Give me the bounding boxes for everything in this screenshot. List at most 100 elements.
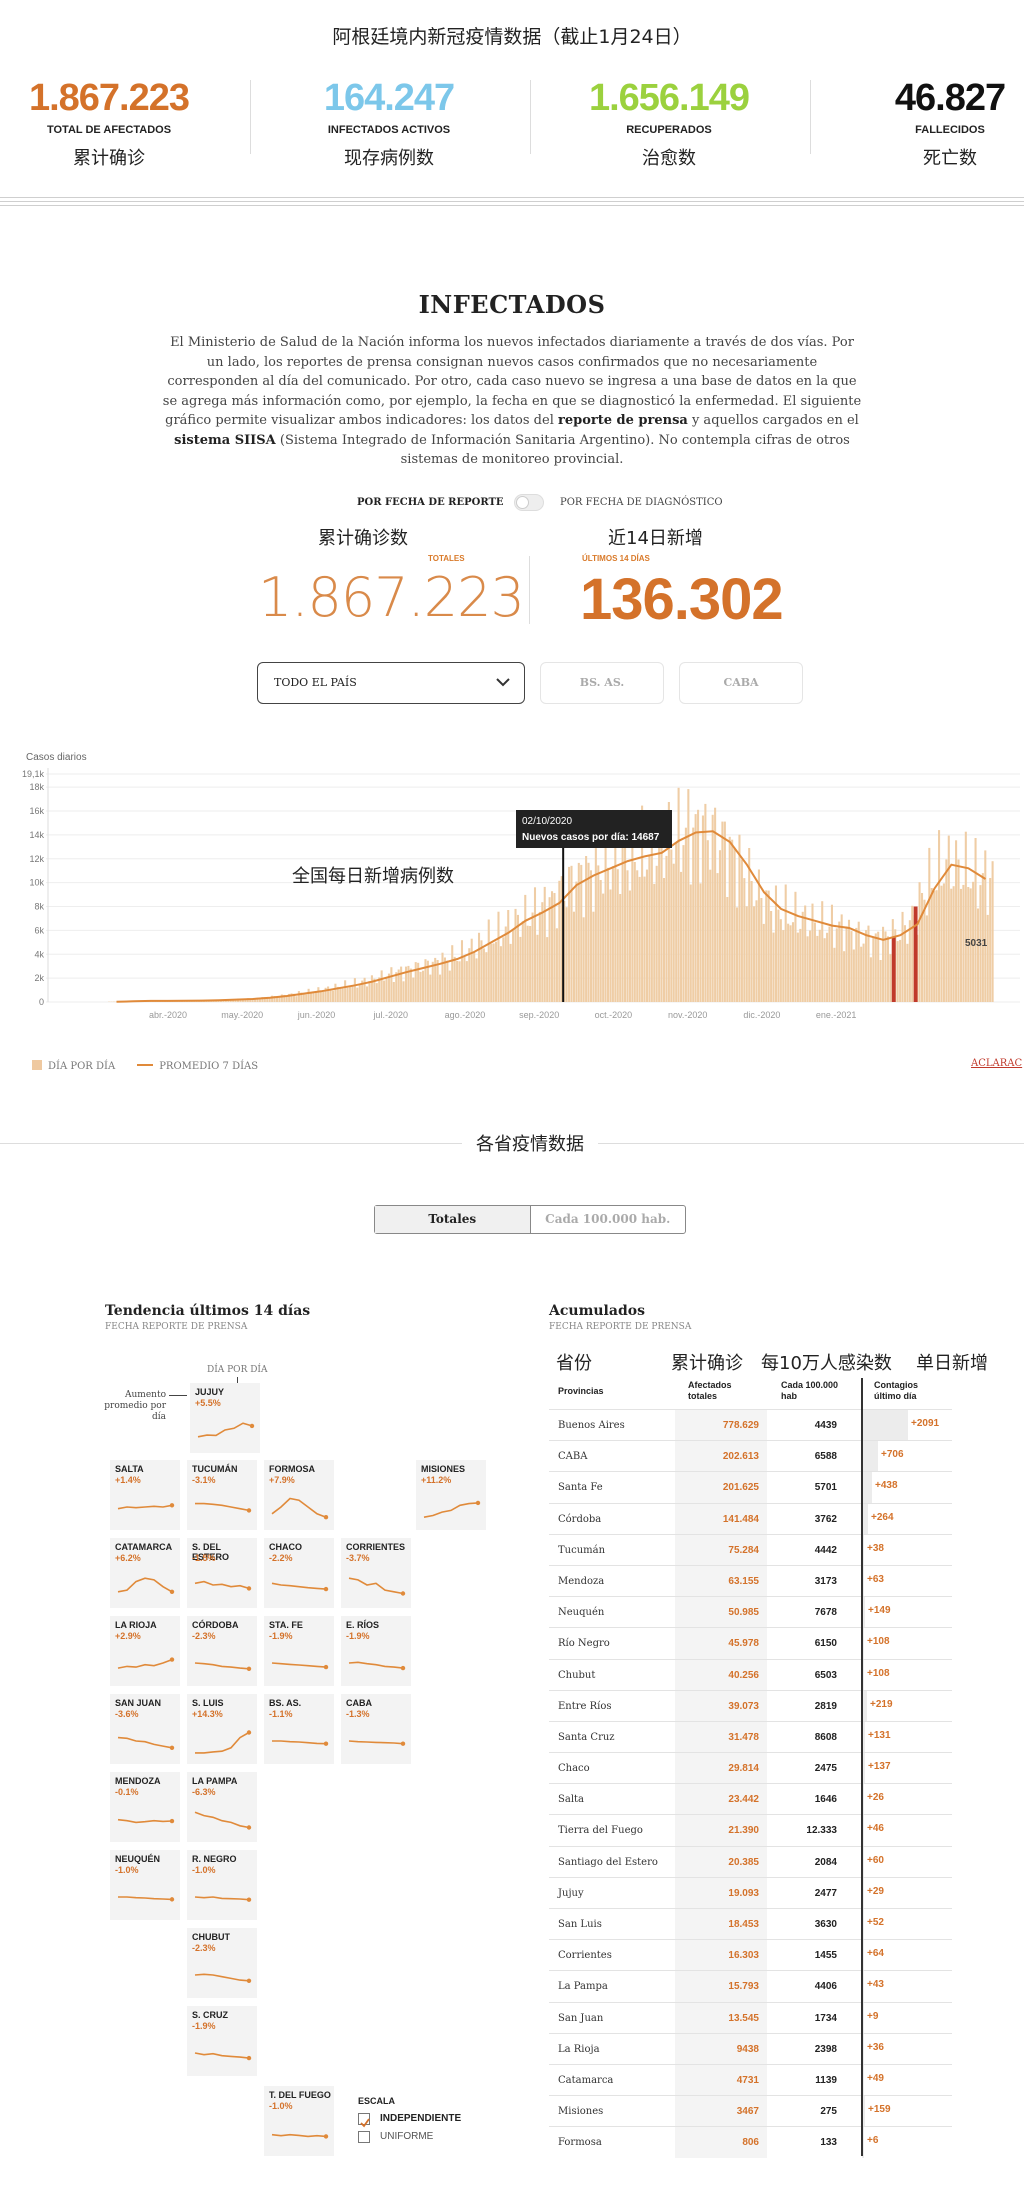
province-tile[interactable]: LA PAMPA -6.3%	[187, 1772, 257, 1842]
aclaraciones-link[interactable]: ACLARAC	[971, 1058, 1022, 1069]
region-button-caba[interactable]: CABA	[679, 662, 803, 704]
cell-contagios: +6	[867, 2135, 879, 2147]
table-row[interactable]: Chubut 40.256 6503 +108	[549, 1658, 952, 1690]
table-row[interactable]: Buenos Aires 778.629 4439 +2091	[549, 1409, 952, 1441]
date-mode-toggle[interactable]	[514, 494, 544, 511]
checkbox-independiente-label[interactable]: INDEPENDIENTE	[380, 2113, 461, 2124]
province-tile[interactable]: STA. FE -1.9%	[264, 1616, 334, 1686]
province-tile[interactable]: CATAMARCA +6.2%	[110, 1538, 180, 1608]
daily-bar	[843, 951, 846, 1002]
table-row[interactable]: Río Negro 45.978 6150 +108	[549, 1627, 952, 1659]
province-tile[interactable]: LA RIOJA +2.9%	[110, 1616, 180, 1686]
province-tile[interactable]: CÓRDOBA -2.3%	[187, 1616, 257, 1686]
table-row[interactable]: CABA 202.613 6588 +706	[549, 1440, 952, 1472]
province-tile[interactable]: SALTA +1.4%	[110, 1460, 180, 1530]
checkbox-independiente[interactable]	[358, 2113, 370, 2128]
daily-bar	[448, 970, 451, 1002]
province-tile[interactable]: S. DEL ESTERO -1.5%	[187, 1538, 257, 1608]
table-row[interactable]: Santa Cruz 31.478 8608 +131	[549, 1720, 952, 1753]
cell-afectados-bg: 18.453	[675, 1909, 767, 1940]
province-tile[interactable]: S. CRUZ -1.9%	[187, 2006, 257, 2076]
province-tile-name: NEUQUÉN	[115, 1854, 161, 1864]
province-tile[interactable]: S. LUIS +14.3%	[187, 1694, 257, 1764]
toggle-label-reporte[interactable]: POR FECHA DE REPORTE	[357, 497, 504, 508]
province-tile[interactable]: CABA -1.3%	[341, 1694, 411, 1764]
table-row[interactable]: La Pampa 15.793 4406 +43	[549, 1970, 952, 2002]
daily-cases-chart[interactable]: Casos diarios 0 2k 4k 6k 8k 10k 12k 14k 16k 18k 19,…	[0, 740, 1024, 1080]
table-row[interactable]: Entre Ríos 39.073 2819 +219	[549, 1689, 952, 1721]
province-tile[interactable]: MISIONES +11.2%	[416, 1460, 486, 1530]
daily-bar	[860, 946, 863, 1002]
cell-cada-100k: 12.333	[806, 1825, 837, 1837]
province-tile[interactable]: BS. AS. -1.1%	[264, 1694, 334, 1764]
daily-bar	[816, 935, 819, 1002]
daily-bar	[346, 987, 349, 1002]
table-row[interactable]: Salta 23.442 1646 +26	[549, 1783, 952, 1815]
table-row[interactable]: Córdoba 141.484 3762 +264	[549, 1502, 952, 1534]
sparkline-end-dot	[246, 1978, 252, 1983]
province-tile[interactable]: R. NEGRO -1.0%	[187, 1850, 257, 1920]
cell-provincia: Catamarca	[558, 2074, 614, 2086]
province-tile[interactable]: NEUQUÉN -1.0%	[110, 1850, 180, 1920]
province-tile[interactable]: SAN JUAN -3.6%	[110, 1694, 180, 1764]
cell-provincia: Chubut	[558, 1669, 596, 1681]
region-button-bsas[interactable]: BS. AS.	[540, 662, 664, 704]
section-title: INFECTADOS	[418, 290, 606, 319]
table-row[interactable]: Santiago del Estero 20.385 2084 +60	[549, 1845, 952, 1877]
cell-contagios: +9	[867, 2010, 879, 2022]
sparkline-end-dot	[246, 1897, 252, 1902]
table-row[interactable]: Catamarca 4731 1139 +49	[549, 2063, 952, 2096]
stat-label: INFECTADOS ACTIVOS	[327, 123, 451, 136]
checkbox-uniforme[interactable]	[358, 2131, 370, 2143]
th-contagios[interactable]: Contagios último día	[874, 1380, 944, 1402]
daily-bar	[765, 890, 768, 1002]
divider	[810, 80, 811, 154]
th-provincias[interactable]: Provincias	[558, 1386, 604, 1397]
province-tile[interactable]: E. RÍOS -1.9%	[341, 1616, 411, 1686]
table-row[interactable]: Corrientes 16.303 1455 +64	[549, 1939, 952, 1971]
cell-contagios: +438	[875, 1480, 898, 1492]
th-cada-100k[interactable]: Cada 100.000 hab	[781, 1380, 847, 1402]
table-row[interactable]: Neuquén 50.985 7678 +149	[549, 1596, 952, 1628]
province-tile[interactable]: MENDOZA -0.1%	[110, 1772, 180, 1842]
stat-label-cn: 治愈数	[642, 147, 696, 169]
table-row[interactable]: Misiones 3467 275 +159	[549, 2095, 952, 2127]
table-row[interactable]: Santa Fe 201.625 5701 +438	[549, 1471, 952, 1503]
toggle-label-diagnostico[interactable]: POR FECHA DE DIAGNÓSTICO	[560, 497, 723, 508]
province-tile[interactable]: JUJUY +5.5%	[190, 1383, 260, 1453]
table-row[interactable]: Chaco 29.814 2475 +137	[549, 1752, 952, 1784]
table-row[interactable]: San Luis 18.453 3630 +52	[549, 1908, 952, 1940]
province-tile[interactable]: CHUBUT -2.3%	[187, 1928, 257, 1998]
daily-bar	[597, 865, 600, 1002]
checkbox-uniforme-label[interactable]: UNIFORME	[380, 2131, 433, 2142]
tab-totales[interactable]: Totales	[375, 1206, 531, 1233]
province-tile[interactable]: CORRIENTES -3.7%	[341, 1538, 411, 1608]
cell-contagios: +60	[867, 1854, 884, 1866]
table-row[interactable]: Formosa 806 133 +6	[549, 2126, 952, 2158]
table-row[interactable]: San Juan 13.545 1734 +9	[549, 2001, 952, 2033]
cell-provincia: Santa Fe	[558, 1482, 603, 1494]
daily-bar	[852, 949, 855, 1002]
y-tick-label: 4k	[34, 949, 44, 959]
cell-afectados-bg: 21.390	[675, 1815, 767, 1846]
table-row[interactable]: Mendoza 63.155 3173 +63	[549, 1564, 952, 1597]
sparkline-end-dot	[249, 1423, 255, 1429]
table-row[interactable]: Tucumán 75.284 4442 +38	[549, 1533, 952, 1565]
tab-cada-100k[interactable]: Cada 100.000 hab.	[531, 1206, 686, 1233]
table-row[interactable]: La Rioja 9438 2398 +36	[549, 2032, 952, 2064]
table-row[interactable]: Jujuy 19.093 2477 +29	[549, 1876, 952, 1908]
province-tile[interactable]: T. DEL FUEGO -1.0%	[264, 2086, 334, 2156]
table-row[interactable]: Tierra del Fuego 21.390 12.333 +46	[549, 1814, 952, 1846]
sparkline-path	[194, 1580, 250, 1590]
province-tile-name: FORMOSA	[269, 1464, 315, 1474]
province-tile[interactable]: TUCUMÁN -3.1%	[187, 1460, 257, 1530]
daily-bar	[864, 930, 868, 1002]
th-afectados[interactable]: Afectados totales	[688, 1380, 746, 1402]
province-tile[interactable]: CHACO -2.2%	[264, 1538, 334, 1608]
daily-bar	[714, 807, 717, 1002]
daily-bar	[619, 894, 622, 1002]
cell-provincia: Santiago del Estero	[558, 1856, 658, 1868]
province-tile[interactable]: FORMOSA +7.9%	[264, 1460, 334, 1530]
region-select[interactable]: TODO EL PAÍS	[257, 662, 525, 704]
cell-afectados: 31.478	[728, 1731, 759, 1743]
